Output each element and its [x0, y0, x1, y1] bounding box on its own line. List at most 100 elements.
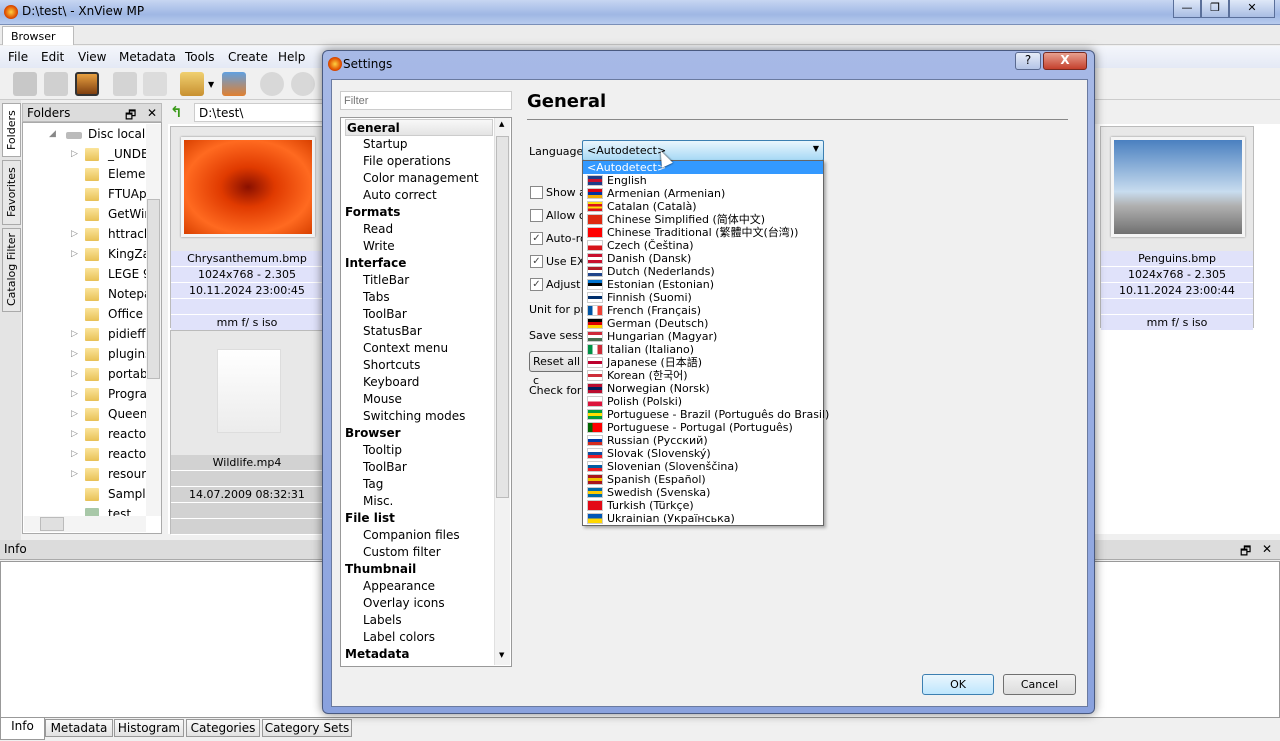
settings-nav-tooltip[interactable]: Tooltip	[363, 442, 402, 459]
folder-tree-item[interactable]: ◢ Disc local (	[23, 125, 147, 145]
settings-nav-file-list[interactable]: File list	[345, 510, 395, 527]
menu-view[interactable]: View	[78, 50, 106, 64]
side-tab-catalog-filter[interactable]: Catalog Filter	[2, 228, 21, 312]
folder-tree-item[interactable]: FTUApp	[23, 185, 147, 205]
settings-filter-input[interactable]	[340, 91, 512, 110]
slideshow-icon[interactable]	[75, 72, 99, 96]
language-option[interactable]: Turkish (Türkçe)	[583, 499, 823, 512]
option-checkbox[interactable]	[530, 186, 543, 199]
settings-nav-context-menu[interactable]: Context menu	[363, 340, 448, 357]
move-icon[interactable]	[222, 72, 246, 96]
language-option[interactable]: Slovenian (Slovenščina)	[583, 460, 823, 473]
thumbnail-chrysanthemum[interactable]: Chrysanthemum.bmp 1024x768 - 2.305 10.11.2…	[170, 126, 324, 331]
option-checkbox[interactable]: ✓	[530, 232, 543, 245]
folder-tree-item[interactable]: LEGE 95	[23, 265, 147, 285]
language-option[interactable]: Slovak (Slovenský)	[583, 447, 823, 460]
folder-tree-item[interactable]: ▷ KingZa	[23, 245, 147, 265]
folder-tree-item[interactable]: ▷ plugins	[23, 345, 147, 365]
expand-arrow-icon[interactable]: ▷	[71, 409, 78, 419]
menu-tools[interactable]: Tools	[185, 50, 215, 64]
settings-nav-general[interactable]: General	[345, 119, 493, 136]
tree-horizontal-scrollbar[interactable]	[24, 516, 146, 532]
settings-nav-keyboard[interactable]: Keyboard	[363, 374, 419, 391]
folder-tree-item[interactable]: Sample	[23, 485, 147, 505]
folder-tree-item[interactable]: ▷ pidieffe	[23, 325, 147, 345]
settings-nav-formats[interactable]: Formats	[345, 204, 400, 221]
language-select[interactable]: <Autodetect> ▼	[582, 140, 824, 161]
folder-tree-item[interactable]: ▷ Queen	[23, 405, 147, 425]
settings-nav-write[interactable]: Write	[363, 238, 395, 255]
nav-scrollbar[interactable]: ▲ ▼	[494, 118, 510, 665]
settings-nav-interface[interactable]: Interface	[345, 255, 406, 272]
expand-arrow-icon[interactable]: ◢	[49, 129, 56, 139]
settings-nav-labels[interactable]: Labels	[363, 612, 402, 629]
settings-nav-thumbnail[interactable]: Thumbnail	[345, 561, 416, 578]
thumbnail-penguins[interactable]: Penguins.bmp 1024x768 - 2.305 10.11.2024 2…	[1100, 126, 1254, 331]
tab-browser[interactable]: Browser×	[2, 26, 74, 58]
settings-nav-misc-[interactable]: Misc.	[363, 493, 393, 510]
option-checkbox[interactable]: ✓	[530, 255, 543, 268]
expand-arrow-icon[interactable]: ▷	[71, 249, 78, 259]
expand-arrow-icon[interactable]: ▷	[71, 349, 78, 359]
option-checkbox[interactable]: ✓	[530, 278, 543, 291]
float-icon[interactable]: 🗗	[1240, 542, 1251, 563]
language-option[interactable]: Russian (Русский)	[583, 434, 823, 447]
language-option[interactable]: Italian (Italiano)	[583, 343, 823, 356]
language-option[interactable]: Norwegian (Norsk)	[583, 382, 823, 395]
settings-nav-auto-correct[interactable]: Auto correct	[363, 187, 437, 204]
settings-nav-shortcuts[interactable]: Shortcuts	[363, 357, 420, 374]
expand-arrow-icon[interactable]: ▷	[71, 389, 78, 399]
language-option[interactable]: Chinese Simplified (简体中文)	[583, 213, 823, 226]
expand-arrow-icon[interactable]: ▷	[71, 149, 78, 159]
dropdown-arrow-icon[interactable]: ▼	[208, 80, 214, 89]
settings-nav-read[interactable]: Read	[363, 221, 393, 238]
folder-tree-item[interactable]: ▷ resourc	[23, 465, 147, 485]
language-option[interactable]: Japanese (日本語)	[583, 356, 823, 369]
menu-metadata[interactable]: Metadata	[119, 50, 176, 64]
settings-nav-switching-modes[interactable]: Switching modes	[363, 408, 465, 425]
settings-nav-file-operations[interactable]: File operations	[363, 153, 451, 170]
option-checkbox[interactable]	[530, 209, 543, 222]
help-button[interactable]: ?	[1015, 52, 1041, 70]
language-option[interactable]: Danish (Dansk)	[583, 252, 823, 265]
side-tab-folders[interactable]: Folders	[2, 103, 21, 157]
settings-nav-appearance[interactable]: Appearance	[363, 578, 435, 595]
language-option[interactable]: Korean (한국어)	[583, 369, 823, 382]
settings-nav-toolbar[interactable]: ToolBar	[363, 459, 407, 476]
language-option[interactable]: German (Deutsch)	[583, 317, 823, 330]
language-option[interactable]: Portuguese - Portugal (Português)	[583, 421, 823, 434]
settings-nav-titlebar[interactable]: TitleBar	[363, 272, 409, 289]
settings-nav-mouse[interactable]: Mouse	[363, 391, 402, 408]
menu-edit[interactable]: Edit	[41, 50, 64, 64]
language-option[interactable]: English	[583, 174, 823, 187]
language-option[interactable]: Hungarian (Magyar)	[583, 330, 823, 343]
close-dialog-button[interactable]: X	[1043, 52, 1087, 70]
folder-tree-item[interactable]: ▷ reactos	[23, 445, 147, 465]
menu-file[interactable]: File	[8, 50, 28, 64]
tab-categories[interactable]: Categories	[186, 719, 260, 737]
view-icon[interactable]	[13, 72, 37, 96]
language-option[interactable]: <Autodetect>	[583, 161, 823, 174]
expand-arrow-icon[interactable]: ▷	[71, 229, 78, 239]
rotate-right-icon[interactable]	[291, 72, 315, 96]
language-option[interactable]: French (Français)	[583, 304, 823, 317]
tree-vertical-scrollbar[interactable]	[146, 124, 161, 516]
ok-button[interactable]: OK	[922, 674, 994, 695]
language-option[interactable]: Ukrainian (Українська)	[583, 512, 823, 525]
settings-nav-color-management[interactable]: Color management	[363, 170, 479, 187]
restore-button[interactable]: ❐	[1201, 0, 1229, 18]
side-tab-favorites[interactable]: Favorites	[2, 160, 21, 225]
settings-nav-tag[interactable]: Tag	[363, 476, 383, 493]
settings-nav-overlay-icons[interactable]: Overlay icons	[363, 595, 445, 612]
language-option[interactable]: Chinese Traditional (繁體中文(台湾))	[583, 226, 823, 239]
open-folder-icon[interactable]	[180, 72, 204, 96]
settings-nav-startup[interactable]: Startup	[363, 136, 408, 153]
expand-arrow-icon[interactable]: ▷	[71, 429, 78, 439]
language-option[interactable]: Finnish (Suomi)	[583, 291, 823, 304]
close-panel-icon[interactable]: ✕	[1262, 542, 1272, 556]
language-option[interactable]: Portuguese - Brazil (Português do Brasil…	[583, 408, 829, 421]
convert-icon[interactable]	[113, 72, 137, 96]
folder-tree-item[interactable]: ▷ Progra	[23, 385, 147, 405]
language-option[interactable]: Catalan (Català)	[583, 200, 823, 213]
folder-tree-item[interactable]: ▷ portabl	[23, 365, 147, 385]
